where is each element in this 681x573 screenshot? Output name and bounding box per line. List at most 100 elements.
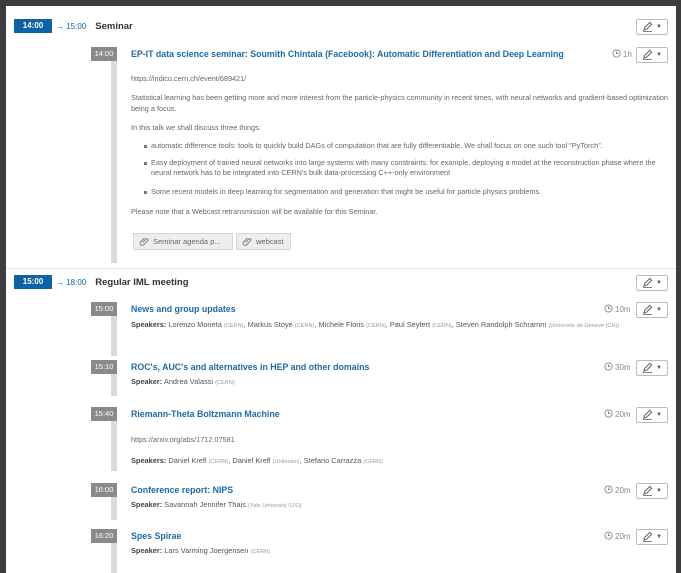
speakers-label: Speaker <box>131 377 160 386</box>
timeline-track <box>111 60 117 263</box>
attachment-label: webcast <box>256 237 284 246</box>
description-paragraph: Please note that a Webcast retransmissio… <box>131 207 378 216</box>
contribution-title-link[interactable]: Riemann-Theta Boltzmann Machine <box>131 409 280 419</box>
contribution-edit-button[interactable]: ▼ <box>636 360 668 376</box>
speaker-affiliation: (Yale University (US)) <box>248 503 302 509</box>
contribution-title-link[interactable]: ROC's, AUC's and alternatives in HEP and… <box>131 362 369 372</box>
duration-text: 10m <box>615 305 631 314</box>
attachment-agenda[interactable]: Seminar agenda p... <box>133 233 233 250</box>
contribution-edit-button[interactable]: ▼ <box>636 483 668 499</box>
pencil-icon <box>642 21 653 34</box>
speaker-affiliation: (CERN) <box>208 459 229 465</box>
event-url[interactable]: https://indico.cern.ch/event/689421/ <box>131 73 246 84</box>
speaker-affiliation: (CERN) <box>363 459 383 465</box>
timeline-track <box>111 316 117 356</box>
contribution-url[interactable]: https://arxiv.org/abs/1712.07581 <box>131 434 235 445</box>
list-item: Some recent models in deep learning for … <box>144 187 671 197</box>
contribution-time: 14:00 <box>91 47 117 61</box>
speaker-affiliation: (CERN) <box>432 323 452 329</box>
speakers-line: Speaker: Andrea Valassi (CERN) <box>131 377 235 386</box>
attachment-label: Seminar agenda p... <box>153 237 221 246</box>
speakers-line: Speaker: Savannah Jennifer Thais (Yale U… <box>131 500 302 509</box>
pencil-icon <box>642 409 653 422</box>
speakers-line: Speakers: Daniel Krefl (CERN), Daniel Kr… <box>131 456 383 465</box>
duration-text: 20m <box>615 532 631 541</box>
contribution-edit-button[interactable]: ▼ <box>636 47 668 63</box>
speaker-affiliation: (CERN) <box>223 323 244 329</box>
attachment-webcast[interactable]: webcast <box>236 233 291 250</box>
session-header-iml: 15:00 → 18:00 Regular IML meeting <box>6 271 189 293</box>
contribution-title-link[interactable]: Conference report: NIPS <box>131 485 233 495</box>
speakers-line: Speakers: Lorenzo Moneta (CERN), Markus … <box>131 320 620 329</box>
pencil-icon <box>642 277 653 290</box>
session-divider <box>6 268 676 269</box>
timeline-track <box>111 374 117 396</box>
caret-down-icon: ▼ <box>656 534 662 540</box>
clock-icon <box>604 304 615 315</box>
session-edit-button[interactable]: ▼ <box>636 275 668 291</box>
contribution-title-link[interactable]: Spes Spirae <box>131 531 181 541</box>
contribution-title-link[interactable]: EP-IT data science seminar: Soumith Chin… <box>131 49 564 59</box>
contribution-edit-button[interactable]: ▼ <box>636 529 668 545</box>
clock-icon <box>604 531 615 542</box>
session-start-time: 15:00 <box>14 275 52 289</box>
caret-down-icon: ▼ <box>656 412 662 418</box>
speaker-name: Stefano Carrazza <box>303 456 362 465</box>
timeline-track <box>111 543 117 573</box>
session-end-time: → 18:00 <box>56 277 87 287</box>
duration-text: 20m <box>615 410 631 419</box>
paperclip-icon <box>242 236 256 248</box>
clock-icon <box>604 485 615 496</box>
speaker-name: Markus Stoye <box>247 320 293 329</box>
contribution-edit-button[interactable]: ▼ <box>636 407 668 423</box>
pencil-icon <box>642 485 653 498</box>
contribution-time: 15:40 <box>91 407 117 421</box>
contribution-edit-button[interactable]: ▼ <box>636 302 668 318</box>
pencil-icon <box>642 362 653 375</box>
speakers-label: Speaker <box>131 546 160 555</box>
speaker-name: Daniel Krefl <box>232 456 271 465</box>
contribution-duration: 1h <box>612 49 632 60</box>
session-start-time: 14:00 <box>14 19 52 33</box>
speakers-label: Speakers <box>131 320 164 329</box>
contribution-duration: 20m <box>604 531 631 542</box>
description-paragraph: In this talk we shall discuss three thin… <box>131 123 261 132</box>
speaker-name: Andrea Valassi <box>163 377 214 386</box>
duration-text: 20m <box>615 486 631 495</box>
contribution-duration: 20m <box>604 409 631 420</box>
contribution-time: 15:10 <box>91 360 117 374</box>
pencil-icon <box>642 304 653 317</box>
speaker-name: Paul Seyfert <box>389 320 431 329</box>
caret-down-icon: ▼ <box>656 24 662 30</box>
contribution-title-link[interactable]: News and group updates <box>131 304 236 314</box>
contribution-time: 16:00 <box>91 483 117 497</box>
caret-down-icon: ▼ <box>656 365 662 371</box>
contribution-duration: 20m <box>604 485 631 496</box>
description-paragraph: Statistical learning has been getting mo… <box>131 93 668 113</box>
session-title: Regular IML meeting <box>95 276 189 288</box>
speaker-name: Savannah Jennifer Thais <box>164 500 246 509</box>
speaker-affiliation: (CERN) <box>366 323 386 329</box>
session-header-seminar: 14:00 → 15:00 Seminar <box>6 15 133 37</box>
timeline-track <box>111 497 117 520</box>
contribution-duration: 10m <box>604 304 631 315</box>
paperclip-icon <box>139 236 153 248</box>
clock-icon <box>604 409 615 420</box>
clock-icon <box>612 49 623 60</box>
caret-down-icon: ▼ <box>656 307 662 313</box>
speaker-affiliation: (Unknown) <box>272 459 300 465</box>
contribution-time: 16:20 <box>91 529 117 543</box>
timeline-track <box>111 421 117 471</box>
speaker-affiliation: (CERN) <box>215 380 235 386</box>
pencil-icon <box>642 49 653 62</box>
session-edit-button[interactable]: ▼ <box>636 19 668 35</box>
speakers-label: Speakers <box>131 456 164 465</box>
duration-text: 1h <box>623 50 632 59</box>
contribution-time: 15:00 <box>91 302 117 316</box>
speaker-name: Daniel Krefl <box>168 456 207 465</box>
list-item: Easy deployment of trained neural networ… <box>144 158 671 178</box>
speaker-affiliation: (Universite de Geneve (CH)) <box>548 323 620 329</box>
caret-down-icon: ▼ <box>656 488 662 494</box>
speaker-name: Lorenzo Moneta <box>168 320 222 329</box>
caret-down-icon: ▼ <box>656 52 662 58</box>
